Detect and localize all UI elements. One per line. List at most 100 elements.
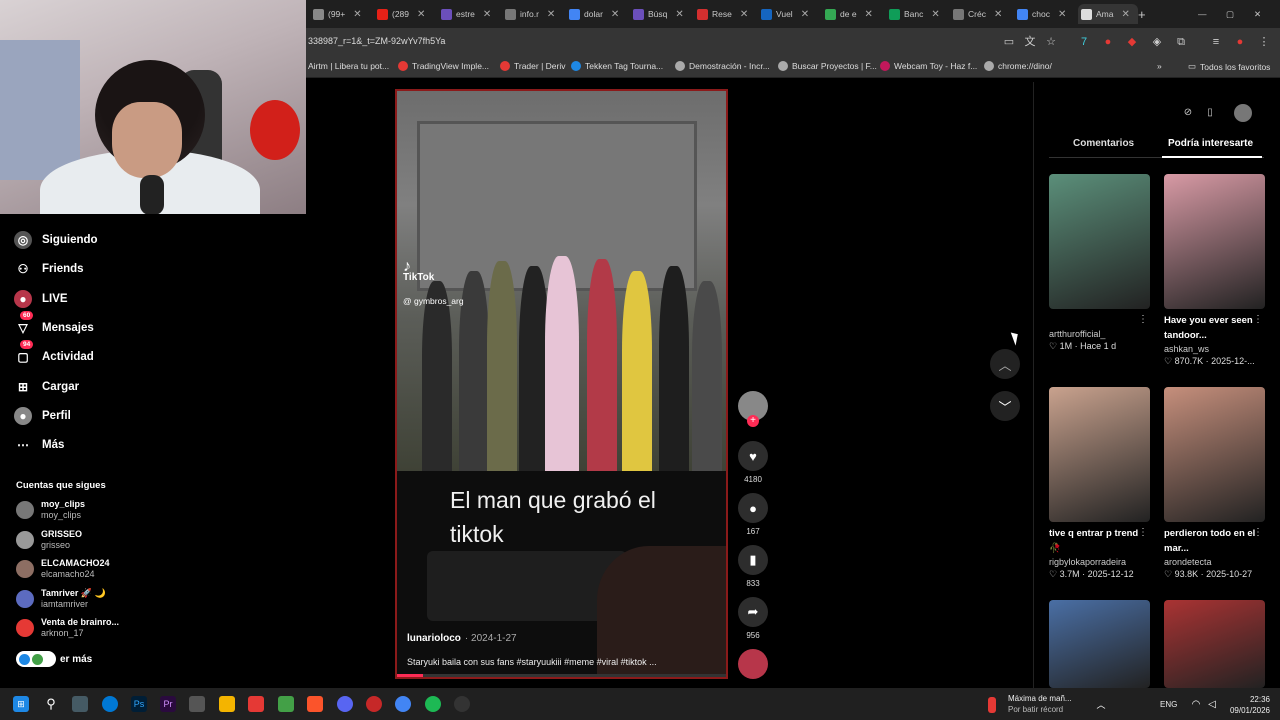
folder-icon[interactable] [219, 696, 235, 712]
sidebar-item-cargar[interactable]: ⊞ Cargar [14, 376, 79, 398]
minecraft-icon[interactable] [278, 696, 294, 712]
previous-video-button[interactable]: ︿ [990, 349, 1020, 379]
weather-subtitle[interactable]: Por batir récord [1008, 705, 1063, 714]
close-tab-icon[interactable]: ✕ [353, 9, 361, 20]
card-author[interactable]: arondetecta [1164, 557, 1265, 567]
browser-tab[interactable]: Ama ✕ [1078, 4, 1138, 24]
browser-tab[interactable]: Banc ✕ [886, 4, 946, 24]
media-icon[interactable]: ≡ [1209, 35, 1223, 49]
comment-icon[interactable]: ● [738, 493, 768, 523]
new-tab-button[interactable]: + [1138, 4, 1146, 24]
spotify-icon[interactable] [425, 696, 441, 712]
creator-avatar[interactable]: + [738, 391, 768, 427]
browser-tab[interactable]: de e ✕ [822, 4, 882, 24]
comment-button[interactable]: ● 167 [738, 493, 768, 536]
next-video-button[interactable]: ﹀ [990, 391, 1020, 421]
bookmark-item[interactable]: chrome://dino/ [984, 61, 1052, 71]
app-icon[interactable] [72, 696, 88, 712]
bookmark-item[interactable]: Airtm | Libera tu pot... [308, 61, 389, 71]
card-title[interactable]: Have you ever seen tandoor... [1164, 313, 1259, 343]
extension-icon[interactable]: ● [1101, 35, 1115, 49]
phone-icon[interactable]: ▯ [1202, 104, 1218, 120]
store-icon[interactable] [189, 696, 205, 712]
browser-tab[interactable]: info.r ✕ [502, 4, 562, 24]
toggle-pill-icon[interactable] [16, 651, 56, 667]
trader-icon[interactable] [248, 696, 264, 712]
like-button[interactable]: ♥ 4180 [738, 441, 768, 484]
browser-tab[interactable]: estre ✕ [438, 4, 498, 24]
browser-tab[interactable]: Búsq ✕ [630, 4, 690, 24]
weather-title[interactable]: Máxima de mañ... [1008, 694, 1072, 703]
obs-icon[interactable] [454, 696, 470, 712]
sound-disc[interactable] [738, 649, 768, 679]
close-tab-icon[interactable]: ✕ [994, 9, 1002, 20]
close-tab-icon[interactable]: ✕ [1058, 9, 1066, 20]
video-thumbnail[interactable] [1164, 387, 1265, 522]
recommended-video-card[interactable]: ⋮ Have you ever seen tandoor... ashkan_ws ♡… [1164, 174, 1265, 367]
browser-tab[interactable]: Rese ✕ [694, 4, 754, 24]
card-author[interactable]: ashkan_ws [1164, 344, 1265, 354]
recommended-video-card[interactable]: ⋮ perdieron todo en el mar... arondetecta ♡… [1164, 387, 1265, 580]
card-author[interactable]: artthurofficial_ [1049, 329, 1150, 339]
extension-icon[interactable]: ◈ [1150, 35, 1164, 49]
bookmark-icon[interactable]: ▮ [738, 545, 768, 575]
all-bookmarks-button[interactable]: ▭ Todos los favoritos [1188, 61, 1270, 72]
edge-icon[interactable] [102, 696, 118, 712]
discord-icon[interactable] [337, 696, 353, 712]
close-tab-icon[interactable]: ✕ [417, 9, 425, 20]
video-thumbnail[interactable] [1049, 174, 1150, 309]
app-icon[interactable] [366, 696, 382, 712]
video-thumbnail[interactable] [1164, 600, 1265, 688]
followed-account[interactable]: moy_clips moy_clips [16, 497, 85, 523]
language-indicator[interactable]: ENG [1160, 700, 1177, 709]
video-progress-bar[interactable] [397, 674, 726, 677]
browser-tab[interactable]: Vuel ✕ [758, 4, 818, 24]
search-icon[interactable]: ⚲ [43, 696, 59, 712]
close-tab-icon[interactable]: ✕ [1121, 9, 1129, 20]
close-window-icon[interactable]: ✕ [1254, 4, 1261, 24]
puzzle-icon[interactable]: ⧉ [1174, 35, 1188, 49]
menu-kebab-icon[interactable]: ⋮ [1257, 35, 1271, 49]
maximize-icon[interactable]: ▢ [1226, 4, 1234, 24]
bookmark-item[interactable]: TradingView Imple... [398, 61, 489, 71]
recommended-video-card[interactable] [1164, 600, 1265, 688]
card-title[interactable]: tive q entrar p trend 🥀 [1049, 526, 1144, 556]
browser-tab[interactable]: (289 ✕ [374, 4, 434, 24]
share-icon[interactable]: ➦ [738, 597, 768, 627]
photoshop-icon[interactable]: Ps [131, 696, 147, 712]
sidebar-item-live[interactable]: ● LIVE [14, 288, 68, 310]
more-options-icon[interactable]: ⋮ [1253, 314, 1263, 325]
cast-icon[interactable]: ▭ [1002, 35, 1016, 49]
user-avatar[interactable] [1234, 104, 1252, 122]
recommended-video-card[interactable] [1049, 600, 1150, 688]
close-tab-icon[interactable]: ✕ [931, 9, 939, 20]
more-options-icon[interactable]: ⋮ [1253, 527, 1263, 538]
followed-account[interactable]: Venta de brainro... arknon_17 [16, 615, 119, 641]
browser-tab[interactable]: choc ✕ [1014, 4, 1074, 24]
close-tab-icon[interactable]: ✕ [675, 9, 683, 20]
close-tab-icon[interactable]: ✕ [801, 9, 809, 20]
video-thumbnail[interactable] [1049, 600, 1150, 688]
card-title[interactable]: perdieron todo en el mar... [1164, 526, 1259, 556]
video-player[interactable]: ♪ TikTok @ gymbros_arg El man que grabó … [395, 89, 728, 679]
profile-avatar-icon[interactable]: ● [1233, 35, 1247, 49]
bookmark-star-icon[interactable]: ☆ [1044, 35, 1058, 49]
system-clock[interactable]: 22:36 09/01/2026 [1228, 694, 1270, 716]
translate-icon[interactable]: 文 [1023, 35, 1037, 49]
more-options-icon[interactable]: ⋮ [1138, 314, 1148, 325]
sidebar-item-más[interactable]: ⋯ Más [14, 434, 64, 456]
extension-icon[interactable]: ◆ [1125, 35, 1139, 49]
minimize-icon[interactable]: — [1198, 4, 1207, 24]
followed-account[interactable]: ELCAMACHO24 elcamacho24 [16, 556, 110, 582]
close-tab-icon[interactable]: ✕ [547, 9, 555, 20]
recommended-video-card[interactable]: ⋮ artthurofficial_ ♡ 1M · Hace 1 d [1049, 174, 1150, 352]
volume-icon[interactable]: ◁ [1204, 696, 1220, 712]
sidebar-item-siguiendo[interactable]: ◎ Siguiendo [14, 229, 98, 251]
music-disc-icon[interactable] [738, 649, 768, 679]
brave-icon[interactable] [307, 696, 323, 712]
premiere-icon[interactable]: Pr [160, 696, 176, 712]
bookmark-item[interactable]: Tekken Tag Tourna... [571, 61, 663, 71]
video-thumbnail[interactable] [1049, 387, 1150, 522]
wifi-icon[interactable]: ◠ [1188, 696, 1204, 712]
video-thumbnail[interactable] [1164, 174, 1265, 309]
